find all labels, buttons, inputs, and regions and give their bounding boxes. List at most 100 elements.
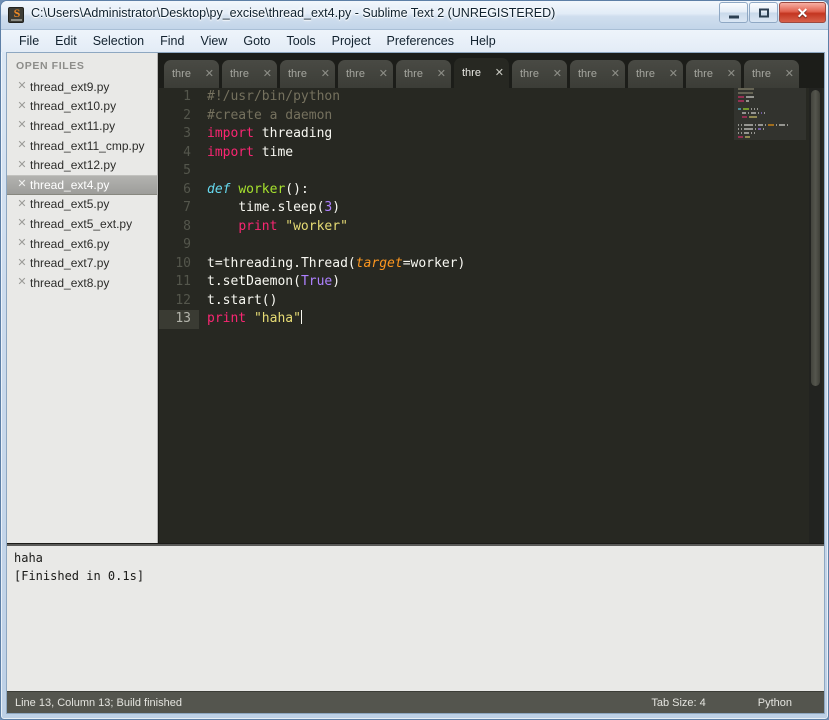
editor-tab[interactable]: thre✕ — [744, 60, 799, 88]
open-file-item[interactable]: ✕thread_ext9.py — [7, 77, 157, 97]
menu-item-edit[interactable]: Edit — [47, 32, 85, 50]
close-button[interactable]: ✕ — [779, 2, 826, 23]
minimap-viewport[interactable] — [734, 88, 806, 140]
editor-pane: thre✕thre✕thre✕thre✕thre✕thre✕thre✕thre✕… — [159, 53, 824, 543]
close-file-icon[interactable]: ✕ — [16, 81, 28, 92]
menu-item-file[interactable]: File — [11, 32, 47, 50]
status-bar: Line 13, Column 13; Build finished Tab S… — [7, 691, 824, 713]
editor-tab[interactable]: thre✕ — [396, 60, 451, 88]
editor-tab[interactable]: thre✕ — [512, 60, 567, 88]
menu-bar: FileEditSelectionFindViewGotoToolsProjec… — [1, 30, 829, 52]
maximize-button[interactable] — [749, 2, 778, 23]
open-file-item[interactable]: ✕thread_ext4.py — [7, 175, 157, 195]
text-caret — [301, 310, 302, 324]
line-number: 5 — [159, 162, 199, 181]
close-tab-icon[interactable]: ✕ — [205, 69, 214, 80]
status-tab-size[interactable]: Tab Size: 4 — [651, 697, 757, 709]
code-area[interactable]: 1#!/usr/bin/python2#create a daemon3impo… — [159, 88, 824, 543]
menu-item-tools[interactable]: Tools — [278, 32, 323, 50]
close-tab-icon[interactable]: ✕ — [611, 69, 620, 80]
minimap[interactable] — [734, 88, 806, 543]
status-language[interactable]: Python — [758, 697, 824, 709]
code-line[interactable]: 7 time.sleep(3) — [159, 199, 824, 218]
close-file-icon[interactable]: ✕ — [16, 277, 28, 288]
status-message: Line 13, Column 13; Build finished — [7, 697, 651, 709]
open-file-label: thread_ext6.py — [30, 237, 109, 251]
editor-tab[interactable]: thre✕ — [454, 58, 509, 88]
code-line[interactable]: 2#create a daemon — [159, 107, 824, 126]
open-file-label: thread_ext9.py — [30, 80, 109, 94]
menu-item-help[interactable]: Help — [462, 32, 504, 50]
code-line[interactable]: 11t.setDaemon(True) — [159, 273, 824, 292]
editor-tab-label: thre — [520, 68, 551, 80]
line-number: 1 — [159, 88, 199, 107]
code-line[interactable]: 5 — [159, 162, 824, 181]
close-file-icon[interactable]: ✕ — [16, 258, 28, 269]
open-file-item[interactable]: ✕thread_ext12.py — [7, 155, 157, 175]
menu-item-goto[interactable]: Goto — [235, 32, 278, 50]
code-line[interactable]: 1#!/usr/bin/python — [159, 88, 824, 107]
close-file-icon[interactable]: ✕ — [16, 199, 28, 210]
open-file-item[interactable]: ✕thread_ext5_ext.py — [7, 214, 157, 234]
editor-tab[interactable]: thre✕ — [222, 60, 277, 88]
tab-strip: thre✕thre✕thre✕thre✕thre✕thre✕thre✕thre✕… — [159, 53, 824, 88]
line-number: 6 — [159, 181, 199, 200]
close-tab-icon[interactable]: ✕ — [263, 69, 272, 80]
editor-tab[interactable]: thre✕ — [280, 60, 335, 88]
editor-tab[interactable]: thre✕ — [686, 60, 741, 88]
menu-item-selection[interactable]: Selection — [85, 32, 152, 50]
code-text: t=threading.Thread(target=worker) — [207, 255, 465, 274]
code-text: t.start() — [207, 292, 277, 311]
close-tab-icon[interactable]: ✕ — [727, 69, 736, 80]
code-text: #create a daemon — [207, 107, 332, 126]
code-line[interactable]: 3import threading — [159, 125, 824, 144]
open-file-item[interactable]: ✕thread_ext8.py — [7, 273, 157, 293]
close-file-icon[interactable]: ✕ — [16, 101, 28, 112]
menu-item-view[interactable]: View — [192, 32, 235, 50]
close-file-icon[interactable]: ✕ — [16, 218, 28, 229]
close-tab-icon[interactable]: ✕ — [495, 68, 504, 79]
code-line[interactable]: 12t.start() — [159, 292, 824, 311]
editor-tab[interactable]: thre✕ — [338, 60, 393, 88]
title-bar[interactable]: C:\Users\Administrator\Desktop\py_excise… — [1, 1, 829, 30]
minimize-icon — [729, 15, 739, 18]
close-tab-icon[interactable]: ✕ — [321, 69, 330, 80]
menu-item-preferences[interactable]: Preferences — [379, 32, 462, 50]
minimize-button[interactable] — [719, 2, 748, 23]
close-file-icon[interactable]: ✕ — [16, 160, 28, 171]
close-tab-icon[interactable]: ✕ — [437, 69, 446, 80]
code-line[interactable]: 8 print "worker" — [159, 218, 824, 237]
vertical-scrollbar-thumb[interactable] — [811, 90, 820, 386]
open-file-item[interactable]: ✕thread_ext10.py — [7, 97, 157, 117]
editor-tab[interactable]: thre✕ — [164, 60, 219, 88]
close-file-icon[interactable]: ✕ — [16, 238, 28, 249]
code-line[interactable]: 9 — [159, 236, 824, 255]
close-icon: ✕ — [797, 6, 809, 20]
close-tab-icon[interactable]: ✕ — [379, 69, 388, 80]
build-output-panel[interactable]: haha[Finished in 0.1s] — [7, 544, 824, 692]
line-number: 10 — [159, 255, 199, 274]
code-line[interactable]: 13print "haha" — [159, 310, 824, 329]
editor-tab[interactable]: thre✕ — [628, 60, 683, 88]
open-file-item[interactable]: ✕thread_ext7.py — [7, 253, 157, 273]
close-file-icon[interactable]: ✕ — [16, 140, 28, 151]
close-tab-icon[interactable]: ✕ — [669, 69, 678, 80]
close-file-icon[interactable]: ✕ — [16, 120, 28, 131]
open-file-item[interactable]: ✕thread_ext6.py — [7, 234, 157, 254]
open-file-item[interactable]: ✕thread_ext11.py — [7, 116, 157, 136]
menu-item-find[interactable]: Find — [152, 32, 192, 50]
menu-item-project[interactable]: Project — [324, 32, 379, 50]
close-file-icon[interactable]: ✕ — [16, 179, 28, 190]
open-file-item[interactable]: ✕thread_ext11_cmp.py — [7, 136, 157, 156]
vertical-scrollbar[interactable] — [809, 88, 822, 543]
code-line[interactable]: 6def worker(): — [159, 181, 824, 200]
open-file-item[interactable]: ✕thread_ext5.py — [7, 195, 157, 215]
line-number: 11 — [159, 273, 199, 292]
close-tab-icon[interactable]: ✕ — [553, 69, 562, 80]
editor-tab-label: thre — [172, 68, 203, 80]
editor-tab[interactable]: thre✕ — [570, 60, 625, 88]
close-tab-icon[interactable]: ✕ — [785, 69, 794, 80]
code-line[interactable]: 4import time — [159, 144, 824, 163]
line-number: 4 — [159, 144, 199, 163]
code-line[interactable]: 10 t=threading.Thread(target=worker) — [159, 255, 824, 274]
